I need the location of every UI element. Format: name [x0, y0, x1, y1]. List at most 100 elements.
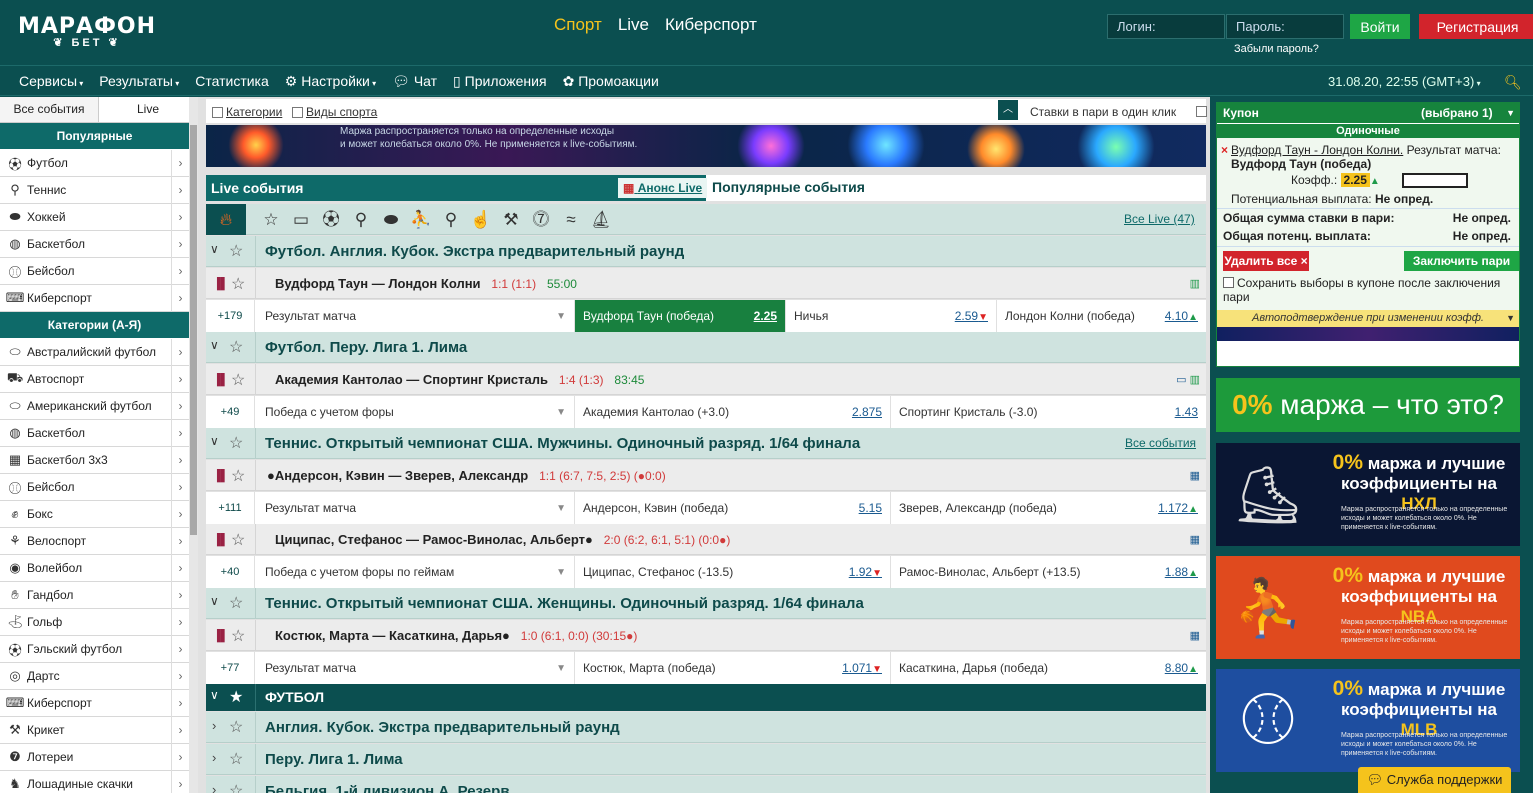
star-icon[interactable]: ☆ [229, 337, 243, 357]
chevron-right-icon[interactable]: › [212, 750, 216, 765]
tv-icon[interactable]: ▭ ▥ [1176, 373, 1200, 386]
sidebar-item-categories[interactable]: ⬭ Австралийский футбол › [0, 338, 189, 366]
odd-button[interactable]: Андерсон, Кэвин (победа) 5.15 [575, 492, 891, 525]
chevron-right-icon[interactable]: › [171, 500, 189, 528]
chevron-right-icon[interactable]: › [212, 782, 216, 793]
remove-bet-icon[interactable]: × [1221, 143, 1228, 157]
chevron-right-icon[interactable]: › [171, 662, 189, 690]
league-header[interactable]: ∨ ☆ Футбол. Англия. Кубок. Экстра предвар… [206, 236, 1206, 267]
monitor-icon[interactable]: ▭ [288, 208, 314, 232]
auto-confirm-select[interactable]: Автоподтверждение при изменении коэфф. ▼ [1217, 310, 1519, 327]
chevron-right-icon[interactable]: › [171, 473, 189, 501]
tennis-icon[interactable]: ⚲ [348, 208, 374, 232]
chevron-right-icon[interactable]: › [171, 338, 189, 366]
ad-banner-nhl[interactable]: ⛸ 0% маржа и лучшие коэффициенты на НХЛ … [1216, 443, 1520, 546]
stake-input[interactable] [1402, 173, 1468, 188]
scoreboard-icon[interactable]: ▦ [1190, 533, 1200, 546]
volleyball-icon[interactable]: ☝ [468, 208, 494, 232]
ad-banner[interactable]: 0% маржа – что это? [1216, 378, 1520, 432]
tab-anons-live[interactable]: ▦ Анонс Live [618, 178, 708, 198]
chevron-right-icon[interactable]: › [171, 284, 189, 312]
stats-icon[interactable]: ▐▌ [213, 278, 229, 290]
categories-filter[interactable]: Категории [212, 105, 282, 119]
chevron-down-icon[interactable]: ∨ [210, 338, 219, 352]
collapse-icon[interactable]: ︿ [998, 100, 1018, 120]
odd-button[interactable]: Зверев, Александр (победа) 1.172▲ [891, 492, 1206, 525]
market-select[interactable]: Результат матча ▼ [255, 300, 575, 333]
star-icon[interactable]: ☆ [229, 241, 243, 261]
market-select[interactable]: Победа с учетом форы ▼ [255, 396, 575, 429]
scoreboard-icon[interactable]: ▦ [1190, 469, 1200, 482]
chevron-right-icon[interactable]: › [171, 365, 189, 393]
league-header[interactable]: ∨ ☆ Футбол. Перу. Лига 1. Лима [206, 332, 1206, 363]
chevron-right-icon[interactable]: › [171, 527, 189, 555]
logo[interactable]: МАРАФОН ❦ БЕТ ❦ [18, 14, 156, 49]
one-click-checkbox[interactable] [1196, 106, 1207, 117]
lottery-icon[interactable]: ⓻ [528, 208, 554, 232]
league-collapsed[interactable]: › ☆ Бельгия. 1-й дивизион А. Резерв [206, 776, 1206, 793]
star-icon[interactable]: ☆ [231, 274, 245, 294]
sidebar-item-categories[interactable]: ⚾︎ Бейсбол › [0, 473, 189, 501]
login-button[interactable]: Войти [1350, 14, 1410, 39]
stats-icon[interactable]: ▐▌ [213, 630, 229, 642]
bet-slip-header[interactable]: Купон (выбрано 1) ▼ [1217, 103, 1519, 123]
odd-button[interactable]: Циципас, Стефанос (-13.5) 1.92▼ [575, 556, 891, 589]
star-icon[interactable]: ☆ [229, 593, 243, 613]
league-collapsed[interactable]: › ☆ Англия. Кубок. Экстра предварительный… [206, 712, 1206, 743]
odd-button[interactable]: Лондон Колни (победа) 4.10▲ [997, 300, 1206, 333]
star-icon[interactable]: ☆ [231, 370, 245, 390]
chevron-right-icon[interactable]: › [171, 446, 189, 474]
star-icon[interactable]: ☆ [231, 530, 245, 550]
star-icon[interactable]: ☆ [229, 749, 243, 769]
cricket-icon[interactable]: ⚒ [498, 208, 524, 232]
save-selections-checkbox[interactable]: Сохранить выборы в купоне после заключен… [1217, 274, 1519, 310]
chevron-right-icon[interactable]: › [171, 581, 189, 609]
market-select[interactable]: Победа с учетом форы по геймам ▼ [255, 556, 575, 589]
sidebar-item-popular[interactable]: ⬬ Хоккей › [0, 203, 189, 231]
star-icon[interactable]: ☆ [229, 781, 243, 793]
chevron-down-icon[interactable]: ∨ [210, 688, 219, 702]
sidebar-item-categories[interactable]: ✊︎ Бокс › [0, 500, 189, 528]
event-row[interactable]: ▐▌ ☆ Костюк, Марта — Касаткина, Дарья● 1:… [206, 620, 1206, 651]
star-icon[interactable]: ☆ [231, 466, 245, 486]
menu-apps[interactable]: ▯ Приложения [453, 73, 547, 90]
sidebar-item-categories[interactable]: ♞ Лошадиные скачки › [0, 770, 189, 793]
chevron-right-icon[interactable]: › [171, 716, 189, 744]
hockey-icon[interactable]: ⬬ [378, 208, 404, 232]
star-icon[interactable]: ☆ [229, 433, 243, 453]
login-input[interactable] [1107, 14, 1225, 39]
fire-icon[interactable]: 🔥︎ [206, 204, 246, 235]
esport-icon[interactable]: ⛹ [408, 208, 434, 232]
sidebar-item-categories[interactable]: ⛟ Автоспорт › [0, 365, 189, 393]
rowing-icon[interactable]: ⛵︎ [588, 208, 614, 232]
sidebar-item-categories[interactable]: ◎ Дартс › [0, 662, 189, 690]
all-events-link[interactable]: Все события [1125, 436, 1196, 450]
chevron-right-icon[interactable]: › [171, 554, 189, 582]
bet-event-link[interactable]: Вудфорд Таун - Лондон Колни. [1231, 143, 1403, 157]
nav-esports[interactable]: Киберспорт [665, 15, 757, 35]
chevron-right-icon[interactable]: › [171, 635, 189, 663]
odd-button[interactable]: Академия Кантолао (+3.0) 2.875 [575, 396, 891, 429]
stats-icon[interactable]: ▐▌ [213, 470, 229, 482]
odd-button[interactable]: Ничья 2.59▼ [786, 300, 997, 333]
league-header[interactable]: ∨ ☆ Теннис. Открытый чемпионат США. Мужчи… [206, 428, 1206, 459]
menu-chat[interactable]: 💬︎ Чат [392, 73, 437, 90]
sidebar-item-categories[interactable]: ⬭ Американский футбол › [0, 392, 189, 420]
market-select[interactable]: Результат матча ▼ [255, 652, 575, 685]
odd-button[interactable]: Вудфорд Таун (победа) 2.25 [575, 300, 786, 333]
place-bet-button[interactable]: Заключить пари [1404, 251, 1519, 271]
more-markets[interactable]: +49 [206, 396, 255, 429]
password-input[interactable] [1226, 14, 1344, 39]
sidebar-item-categories[interactable]: ▦ Баскетбол 3х3 › [0, 446, 189, 474]
star-icon[interactable]: ☆ [231, 626, 245, 646]
page-scrollbar[interactable] [1521, 97, 1533, 793]
more-markets[interactable]: +179 [206, 300, 255, 333]
ad-banner-nba[interactable]: ⛹ 0% маржа и лучшие коэффициенты на NBA … [1216, 556, 1520, 659]
sidebar-item-categories[interactable]: ⚘ Велоспорт › [0, 527, 189, 555]
chevron-right-icon[interactable]: › [171, 770, 189, 793]
sidebar-item-categories[interactable]: ◍ Баскетбол › [0, 419, 189, 447]
tab-popular-events[interactable]: Популярные события [712, 179, 865, 195]
sidebar-item-popular[interactable]: ⚲ Теннис › [0, 176, 189, 204]
sidebar-scrollbar[interactable] [189, 97, 198, 793]
menu-settings[interactable]: ⚙ Настройки ▾ [285, 73, 376, 90]
